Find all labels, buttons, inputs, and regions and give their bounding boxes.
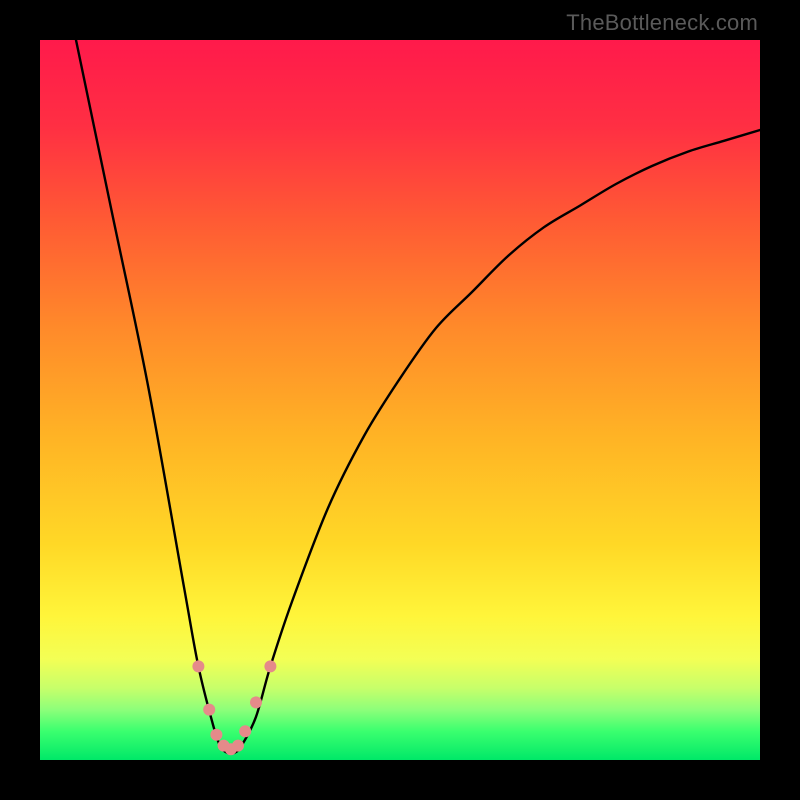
chart-frame: TheBottleneck.com (0, 0, 800, 800)
trough-marker (192, 660, 204, 672)
trough-marker (250, 696, 262, 708)
trough-marker (210, 729, 222, 741)
trough-marker (232, 740, 244, 752)
plot-area (40, 40, 760, 760)
trough-marker (239, 725, 251, 737)
curve-layer (40, 40, 760, 760)
trough-markers (192, 660, 276, 755)
bottleneck-curve (76, 40, 760, 754)
watermark-text: TheBottleneck.com (566, 10, 758, 36)
trough-marker (264, 660, 276, 672)
trough-marker (203, 704, 215, 716)
